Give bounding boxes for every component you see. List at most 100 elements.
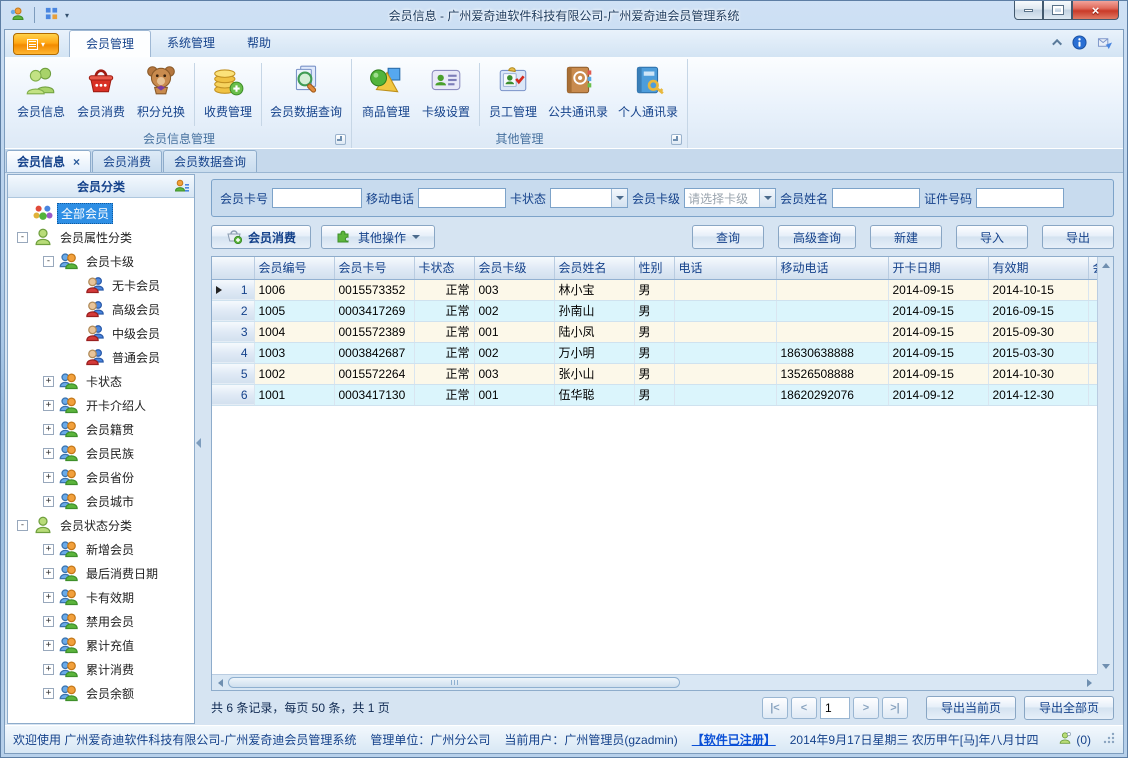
tree-item[interactable]: - 会员属性分类 [10,225,194,249]
scroll-down-icon[interactable] [1099,660,1113,672]
ribbon-tab[interactable]: 系统管理 [151,30,231,57]
expand-node-icon[interactable]: + [43,663,54,675]
member-consume-button[interactable]: 会员消费 [211,225,312,249]
maximize-button[interactable] [1043,1,1072,20]
tree-item[interactable]: 中级会员 [10,321,194,345]
page-number-input[interactable]: 1 [819,696,850,719]
row-header[interactable]: 3 [212,321,255,343]
tree-item[interactable]: + 会员籍贯 [10,417,194,441]
expand-node-icon[interactable]: + [43,567,54,579]
sidebar-splitter[interactable] [195,173,203,725]
column-header[interactable]: 会员卡级 [474,257,555,280]
column-header[interactable]: 有效期 [988,257,1089,280]
collapse-node-icon[interactable]: - [17,519,28,531]
first-page-button[interactable]: |< [761,696,788,719]
tree-item[interactable]: 高级会员 [10,297,194,321]
expand-node-icon[interactable]: + [43,375,54,387]
tree-item[interactable]: + 会员省份 [10,465,194,489]
column-header[interactable]: 会员编号 [254,257,335,280]
table-row[interactable]: 3 1004 0015572389 正常 001 陆小凤男 2014-09-15 2015-0… [212,321,1097,343]
collapse-sidebar-icon[interactable] [196,438,201,448]
table-row[interactable]: 2 1005 0003417269 正常 002 孙南山男 2014-09-15 2016-0… [212,300,1097,322]
export-all-pages-button[interactable]: 导出全部页 [1023,695,1114,720]
chevron-down-icon[interactable] [611,189,628,207]
document-tab[interactable]: 会员数据查询 [163,150,258,172]
column-header[interactable]: 会员 [1088,257,1097,280]
expand-node-icon[interactable]: + [43,639,54,651]
column-header[interactable]: 卡状态 [414,257,475,280]
card-level-select[interactable]: 请选择卡级 [684,188,777,208]
expand-node-icon[interactable]: + [43,543,54,555]
tree-item[interactable]: + 卡有效期 [10,585,194,609]
ribbon-button[interactable]: 商品管理 [356,61,416,128]
collapse-ribbon-icon[interactable] [1052,38,1063,49]
ribbon-button[interactable]: 会员数据查询 [265,61,347,128]
about-icon[interactable] [1072,35,1087,50]
tree-item[interactable]: + 开卡介绍人 [10,393,194,417]
table-row[interactable]: 4 1003 0003842687 正常 002 万小明男 18630638888 2014-… [212,342,1097,364]
tree-item[interactable]: + 禁用会员 [10,609,194,633]
next-page-button[interactable]: > [852,696,879,719]
scroll-left-icon[interactable] [213,677,227,689]
chevron-down-icon[interactable] [759,189,776,207]
table-row[interactable]: 5 1002 0015572264 正常 003 张小山男 13526508888 2014-… [212,363,1097,385]
tree-item[interactable]: + 累计充值 [10,633,194,657]
row-header[interactable]: 2 [212,300,255,322]
column-header[interactable]: 会员卡号 [334,257,415,280]
member-name-input[interactable] [832,188,921,208]
dialog-launcher-icon[interactable] [335,134,347,145]
collapse-node-icon[interactable]: - [43,255,54,267]
scroll-right-icon[interactable] [1082,677,1096,689]
column-header[interactable]: 移动电话 [776,257,889,280]
tree-item[interactable]: 无卡会员 [10,273,194,297]
tree-item[interactable]: 全部会员 [10,201,194,225]
export-current-page-button[interactable]: 导出当前页 [925,695,1016,720]
prev-page-button[interactable]: < [790,696,817,719]
last-page-button[interactable]: >| [881,696,908,719]
dialog-launcher-icon[interactable] [671,134,683,145]
tree-item[interactable]: + 累计消费 [10,657,194,681]
ribbon-button[interactable]: 公共通讯录 [543,61,613,128]
column-header[interactable]: 电话 [674,257,777,280]
category-settings-icon[interactable] [174,178,190,197]
resize-grip[interactable] [1103,732,1115,747]
card-status-select[interactable] [550,188,629,208]
tree-item[interactable]: 普通会员 [10,345,194,369]
feedback-icon[interactable] [1097,35,1113,50]
tree-item[interactable]: - 会员状态分类 [10,513,194,537]
minimize-button[interactable] [1014,1,1043,20]
tree-item[interactable]: + 会员余额 [10,681,194,705]
tree-item[interactable]: + 卡状态 [10,369,194,393]
close-tab-icon[interactable]: × [73,156,80,168]
close-button[interactable]: × [1072,1,1119,20]
column-header[interactable]: 开卡日期 [888,257,989,280]
tree-item[interactable]: + 会员民族 [10,441,194,465]
chevron-down-icon[interactable]: ▾ [65,11,69,20]
column-header[interactable]: 会员姓名 [554,257,635,280]
column-header[interactable]: 性别 [634,257,675,280]
scroll-up-icon[interactable] [1099,259,1113,271]
expand-node-icon[interactable]: + [43,615,54,627]
collapse-node-icon[interactable]: - [17,231,28,243]
row-header[interactable]: 4 [212,342,255,364]
expand-node-icon[interactable]: + [43,471,54,483]
license-link[interactable]: 【软件已注册】 [692,731,776,748]
document-tab[interactable]: 会员消费 [92,150,163,172]
row-header[interactable]: 5 [212,363,255,385]
title-bar[interactable]: 会员信息 - 广州爱奇迪软件科技有限公司-广州爱奇迪会员管理系统 ▾ × [1,1,1127,29]
export-button[interactable]: 导出 [1042,225,1114,249]
tree-item[interactable]: + 最后消费日期 [10,561,194,585]
query-button[interactable]: 查询 [691,225,764,249]
import-button[interactable]: 导入 [956,225,1028,249]
ribbon-button[interactable]: 员工管理 [483,61,543,128]
ribbon-button[interactable]: 会员信息 [11,61,71,128]
advanced-query-button[interactable]: 高级查询 [777,225,856,249]
app-menu-button[interactable]: ▾ [13,33,59,55]
ribbon-button[interactable]: 卡级设置 [416,61,476,128]
new-button[interactable]: 新建 [870,225,942,249]
expand-node-icon[interactable]: + [43,447,54,459]
tree-item[interactable]: + 新增会员 [10,537,194,561]
table-row[interactable]: 6 1001 0003417130 正常 001 伍华聪男 18620292076 2014-… [212,384,1097,406]
table-row[interactable]: 1 1006 0015573352 正常 003 林小宝男 2014-09-15 2014-1… [212,279,1097,301]
card-no-input[interactable] [272,188,363,208]
